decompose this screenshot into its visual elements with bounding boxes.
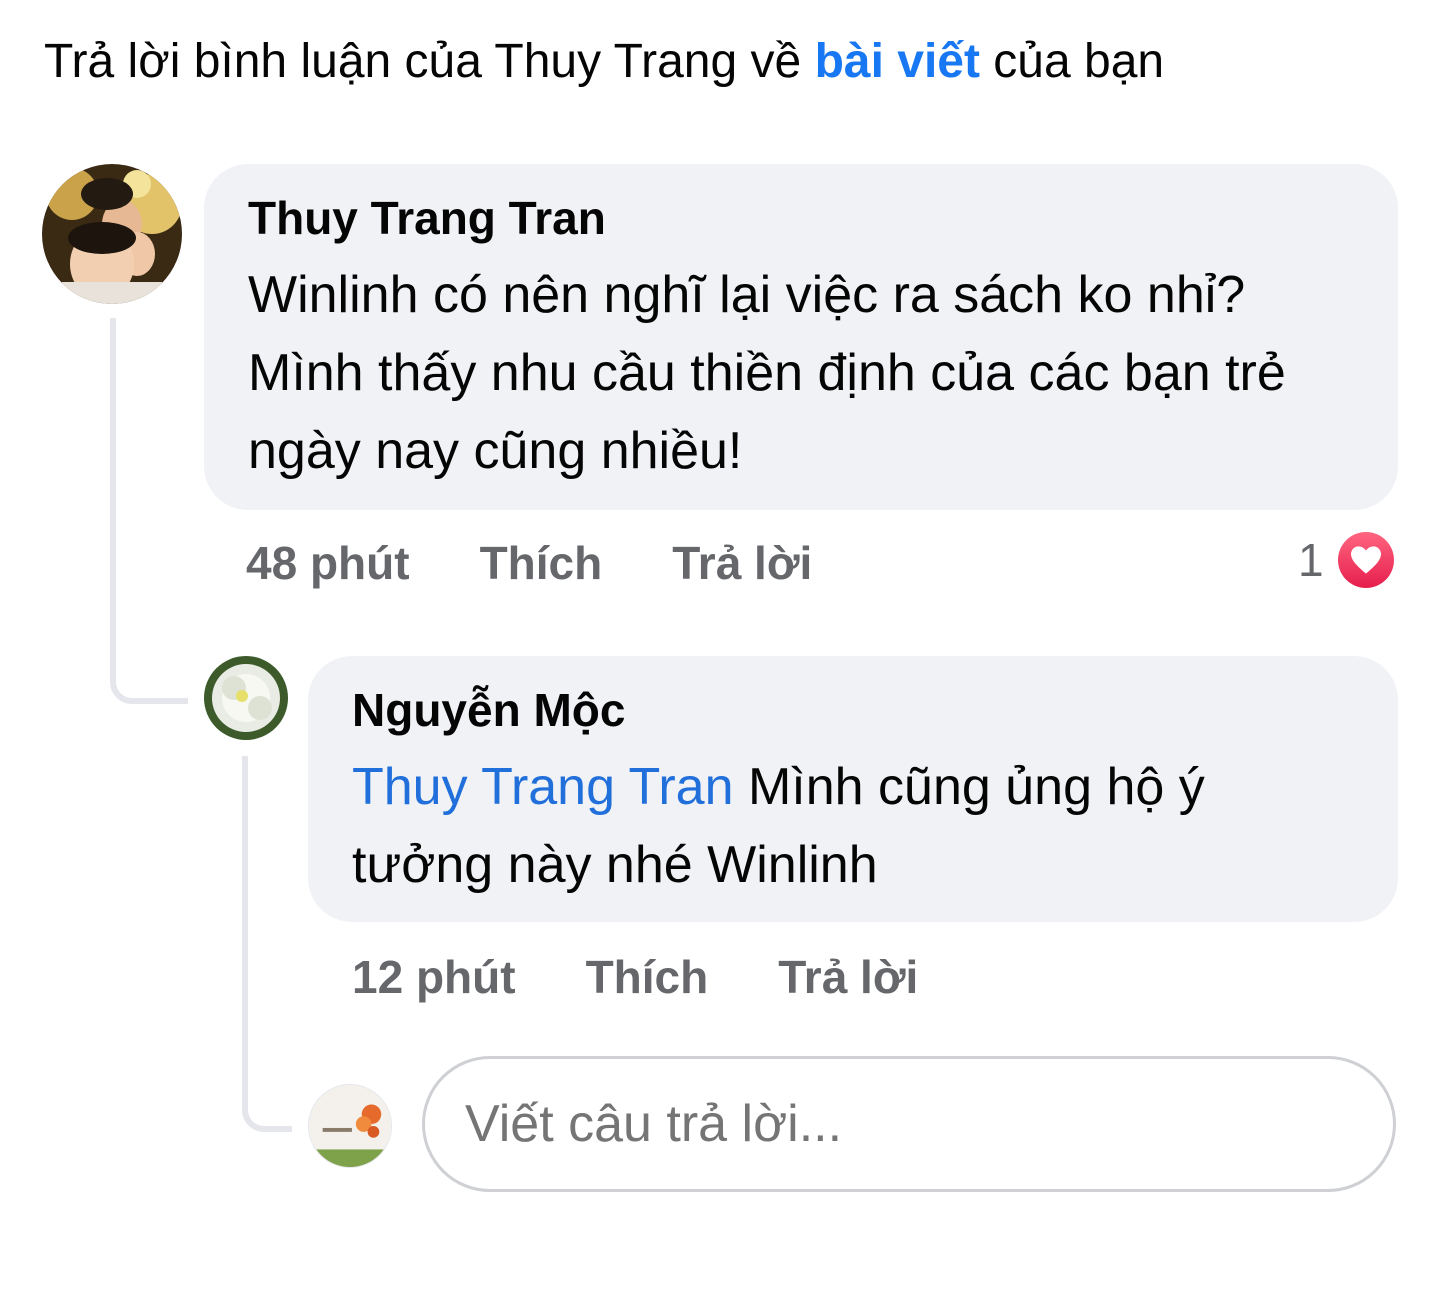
comment-text: Winlinh có nên nghĩ lại việc ra sách ko … xyxy=(248,266,1286,480)
comment-reply-button[interactable]: Trả lời xyxy=(672,536,812,590)
avatar-commenter[interactable] xyxy=(42,164,182,304)
avatar-replier[interactable] xyxy=(204,656,288,740)
reply-mention[interactable]: Thuy Trang Tran xyxy=(352,758,734,816)
comment-bubble: Thuy Trang Tran Winlinh có nên nghĩ lại … xyxy=(204,164,1398,510)
reply-reply-button[interactable]: Trả lời xyxy=(778,950,918,1004)
notification-text: Trả lời bình luận của Thuy Trang về bài … xyxy=(44,30,1164,94)
reply-author[interactable]: Nguyễn Mộc xyxy=(352,682,1354,738)
reply-input[interactable] xyxy=(422,1056,1396,1192)
notification-prefix: Trả lời bình luận của Thuy Trang về xyxy=(44,35,815,88)
avatar-current-user[interactable] xyxy=(308,1084,392,1168)
heart-icon xyxy=(1337,532,1394,588)
notification-suffix: của bạn xyxy=(979,35,1165,88)
comment-author[interactable]: Thuy Trang Tran xyxy=(248,190,1354,246)
post-link[interactable]: bài viết xyxy=(815,35,980,88)
reaction-count: 1 xyxy=(1298,534,1324,586)
reply-text: Thuy Trang Tran Mình cũng ủng hộ ý tưởng… xyxy=(352,748,1354,904)
reply-time[interactable]: 12 phút xyxy=(352,950,516,1004)
reaction-summary[interactable]: 1 xyxy=(1298,532,1394,588)
reply-actions: 12 phút Thích Trả lời xyxy=(352,950,918,1004)
comment-actions: 48 phút Thích Trả lời xyxy=(246,536,812,590)
thread-line-reply xyxy=(242,756,292,1132)
reply-bubble: Nguyễn Mộc Thuy Trang Tran Mình cũng ủng… xyxy=(308,656,1398,922)
reply-like-button[interactable]: Thích xyxy=(586,950,709,1004)
comment-time[interactable]: 48 phút xyxy=(246,536,410,590)
thread-line-main xyxy=(110,318,188,704)
comment-like-button[interactable]: Thích xyxy=(480,536,603,590)
